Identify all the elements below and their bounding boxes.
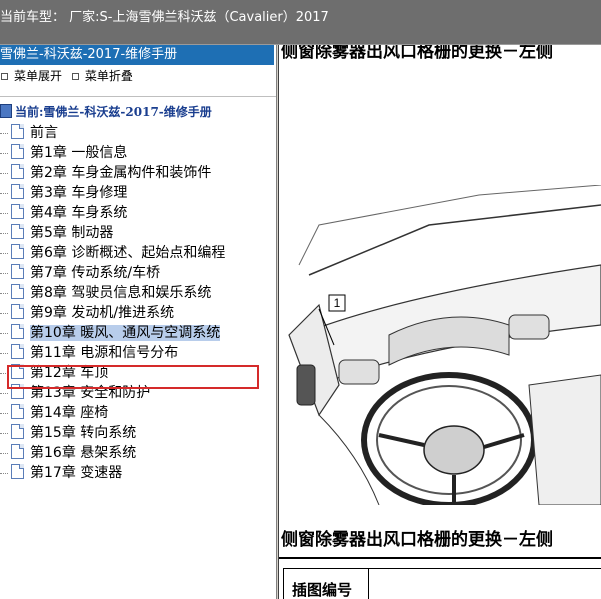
tree-item-label: 第1章 一般信息 <box>30 145 128 161</box>
tree-item-label: 第2章 车身金属构件和装饰件 <box>30 165 212 181</box>
tree-root-label: 当前:雪佛兰-科沃兹-2017-维修手册 <box>15 105 212 119</box>
tree-item[interactable]: 第3章 车身修理 <box>0 183 127 203</box>
selection-highlight-box <box>7 365 259 389</box>
tree-item[interactable]: 第15章 转向系统 <box>0 423 136 443</box>
tree-item[interactable]: 第9章 发动机/推进系统 <box>0 303 174 323</box>
tree-item[interactable]: 第2章 车身金属构件和装饰件 <box>0 163 211 183</box>
tree-connector <box>0 152 8 154</box>
tree-item[interactable]: 第17章 变速器 <box>0 463 122 483</box>
tree-connector <box>0 352 8 354</box>
navigation-pane: 雪佛兰-科沃兹-2017-维修手册 菜单展开 菜单折叠 当前:雪佛兰-科沃兹-2… <box>0 45 276 599</box>
table-header-cell: 插图编号 <box>292 581 353 599</box>
tree-item-label: 第17章 变速器 <box>30 465 123 481</box>
document-icon <box>11 424 24 439</box>
collapse-icon[interactable] <box>71 73 79 80</box>
tree-connector <box>0 172 8 174</box>
tree-item-label: 第6章 诊断概述、起始点和编程 <box>30 245 226 261</box>
document-icon <box>11 444 24 459</box>
tree-item-label: 第11章 电源和信号分布 <box>30 345 179 361</box>
tree-item-label: 第5章 制动器 <box>30 225 114 241</box>
tree-item-label: 第4章 车身系统 <box>30 205 128 221</box>
figure-table: 插图编号 <box>283 568 369 599</box>
page-heading: 侧窗除雾器出风口格栅的更换－左侧 <box>281 45 553 62</box>
document-icon <box>11 404 24 419</box>
book-icon <box>0 104 12 118</box>
tree-connector <box>0 292 8 294</box>
tree-item-label: 第14章 座椅 <box>30 405 109 421</box>
tree-connector <box>0 252 8 254</box>
document-icon <box>11 324 24 339</box>
collapse-menu-link[interactable]: 菜单折叠 <box>85 69 133 83</box>
tree-item[interactable]: 第4章 车身系统 <box>0 203 127 223</box>
tree-connector <box>0 472 8 474</box>
tree-connector <box>0 432 8 434</box>
tree-connector <box>0 392 8 394</box>
tree-connector <box>0 212 8 214</box>
document-icon <box>11 164 24 179</box>
tree-connector <box>0 452 8 454</box>
document-icon <box>11 144 24 159</box>
tree-connector <box>0 132 8 134</box>
tree-item[interactable]: 第6章 诊断概述、起始点和编程 <box>0 243 225 263</box>
document-icon <box>11 264 24 279</box>
manual-title-header: 雪佛兰-科沃兹-2017-维修手册 <box>0 45 274 65</box>
title-bar: 当前车型： 厂家:S-上海雪佛兰科沃兹（Cavalier）2017 <box>0 0 601 45</box>
tree-connector <box>0 312 8 314</box>
document-icon <box>11 304 24 319</box>
tree-connector <box>0 232 8 234</box>
tree-item-label: 第8章 驾驶员信息和娱乐系统 <box>30 285 212 301</box>
section-heading: 侧窗除雾器出风口格栅的更换－左侧 <box>281 530 553 550</box>
current-model-label: 当前车型： 厂家:S-上海雪佛兰科沃兹（Cavalier）2017 <box>0 10 329 25</box>
tree-item[interactable]: 第11章 电源和信号分布 <box>0 343 178 363</box>
document-icon <box>11 464 24 479</box>
tree-item-label: 前言 <box>30 125 58 141</box>
tree-item-label: 第3章 车身修理 <box>30 185 128 201</box>
tree-connector <box>0 272 8 274</box>
tree-item-label: 第16章 悬架系统 <box>30 445 137 461</box>
tree-item[interactable]: 第16章 悬架系统 <box>0 443 136 463</box>
tree-item[interactable]: 第10章 暖风、通风与空调系统 <box>0 323 221 343</box>
tree-item[interactable]: 第1章 一般信息 <box>0 143 127 163</box>
document-icon <box>11 124 24 139</box>
tree-root[interactable]: 当前:雪佛兰-科沃兹-2017-维修手册 <box>0 103 212 121</box>
tree-item-label: 第10章 暖风、通风与空调系统 <box>30 325 221 341</box>
expand-menu-link[interactable]: 菜单展开 <box>14 69 62 83</box>
tree-connector <box>0 192 8 194</box>
document-icon <box>11 184 24 199</box>
pane-separator <box>0 96 276 97</box>
expand-icon[interactable] <box>1 73 8 80</box>
section-rule <box>279 557 601 559</box>
document-icon <box>11 204 24 219</box>
callout-number: 1 <box>334 296 341 310</box>
dashboard-illustration: 1 <box>288 185 601 505</box>
tree-item-label: 第15章 转向系统 <box>30 425 137 441</box>
tree-item[interactable]: 前言 <box>0 123 58 143</box>
tree-item-label: 第9章 发动机/推进系统 <box>30 305 175 321</box>
tree-item-label: 第7章 传动系统/车桥 <box>30 265 161 281</box>
tree-item[interactable]: 第7章 传动系统/车桥 <box>0 263 160 283</box>
tree-item[interactable]: 第8章 驾驶员信息和娱乐系统 <box>0 283 211 303</box>
tree-connector <box>0 332 8 334</box>
expand-collapse-bar: 菜单展开 菜单折叠 <box>0 67 133 85</box>
tree-item[interactable]: 第5章 制动器 <box>0 223 113 243</box>
document-icon <box>11 224 24 239</box>
content-pane: 侧窗除雾器出风口格栅的更换－左侧 1 侧窗除雾器出风口格栅的更换－左侧 插图编号 <box>279 45 601 599</box>
document-icon <box>11 344 24 359</box>
document-icon <box>11 244 24 259</box>
tree-item[interactable]: 第14章 座椅 <box>0 403 108 423</box>
tree-connector <box>0 412 8 414</box>
document-icon <box>11 284 24 299</box>
